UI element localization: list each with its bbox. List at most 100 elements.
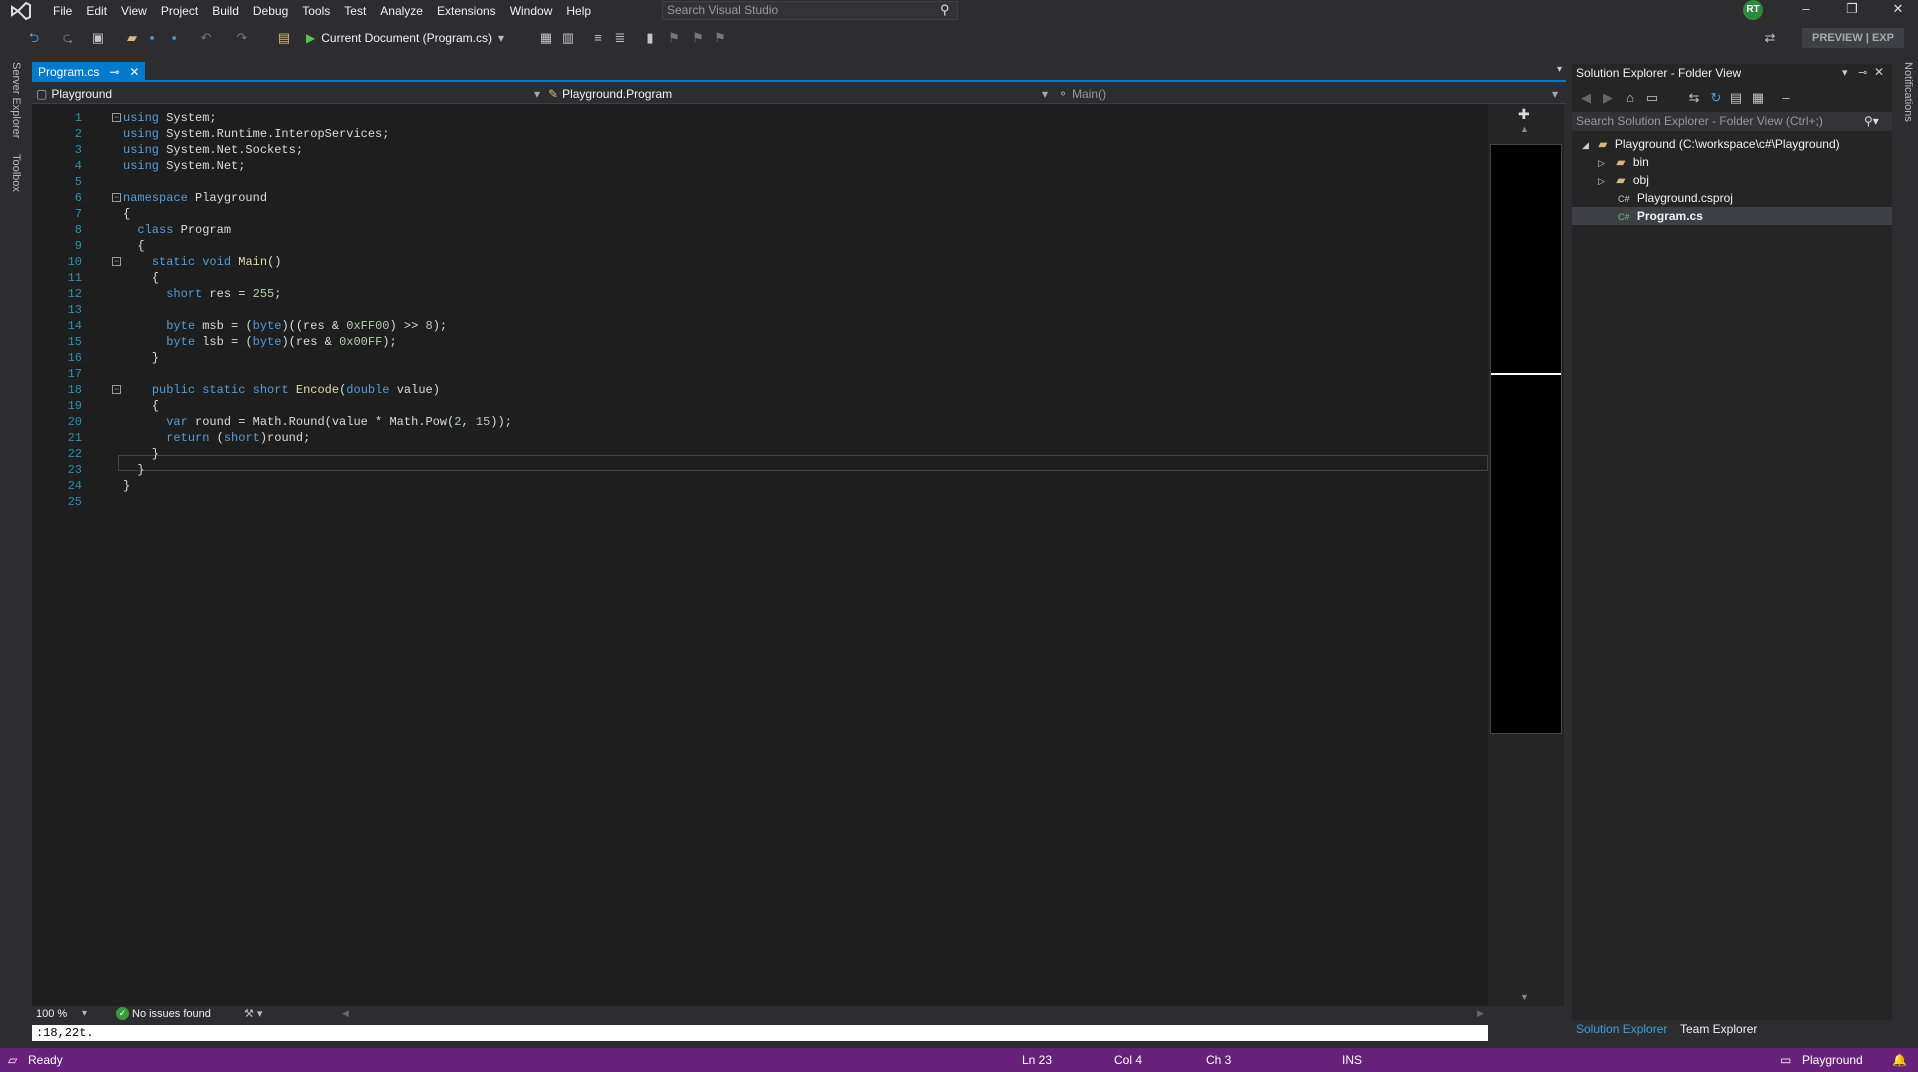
map-mode-scrollbar[interactable]: ✚ ▲ ▼ [1488, 104, 1564, 1006]
menu-view[interactable]: View [114, 1, 154, 21]
scroll-right-icon[interactable]: ▶ [1477, 1008, 1484, 1019]
run-button[interactable]: ▶ Current Document (Program.cs) ▾ [306, 29, 504, 47]
code-line[interactable]: { [123, 238, 144, 254]
find-in-files-icon[interactable]: ▤ [276, 30, 292, 46]
class-dropdown[interactable]: ✎ Playground.Program ▾ [548, 86, 1052, 102]
code-line[interactable]: } [123, 350, 159, 366]
issues-status[interactable]: No issues found [132, 1008, 211, 1020]
insert-mode-indicator[interactable]: INS [1342, 1053, 1362, 1067]
undo-icon[interactable]: ↶ [198, 30, 214, 46]
restore-icon[interactable]: ❐ [1832, 0, 1872, 20]
menu-analyze[interactable]: Analyze [373, 1, 430, 21]
back-icon[interactable]: ⮌ [26, 30, 42, 46]
code-line[interactable]: } [123, 446, 159, 462]
solution-explorer-toolbar-icon[interactable]: ▦ [538, 30, 554, 46]
save-all-icon[interactable]: ▪ [166, 30, 182, 46]
open-icon[interactable]: ▰ [124, 30, 140, 46]
vim-command-input[interactable]: :18,22t. [32, 1025, 1488, 1041]
preview-badge[interactable]: PREVIEW | EXP [1802, 28, 1904, 48]
collapse-all-icon[interactable]: ▤ [1728, 90, 1744, 106]
code-cleanup-icon[interactable]: ⚒ ▾ [244, 1007, 262, 1020]
clear-bookmarks-icon[interactable]: ⚑ [712, 30, 728, 46]
next-bookmark-icon[interactable]: ⚑ [690, 30, 706, 46]
menu-window[interactable]: Window [503, 1, 560, 21]
tree-root-playground[interactable]: ◢ ▰ Playground (C:\workspace\c#\Playgrou… [1582, 135, 1840, 153]
menu-debug[interactable]: Debug [246, 1, 295, 21]
code-line[interactable]: using System; [123, 110, 217, 126]
code-line[interactable]: } [123, 462, 144, 478]
forward-icon[interactable]: ⮎ [60, 30, 76, 46]
pin-icon[interactable]: ⊸ [109, 62, 119, 82]
code-line[interactable]: { [123, 398, 159, 414]
code-line[interactable]: short res = 255; [123, 286, 281, 302]
search-input[interactable]: Search Visual Studio [662, 1, 958, 20]
fold-toggle-icon[interactable]: − [112, 193, 121, 202]
menu-file[interactable]: File [46, 1, 79, 21]
close-tab-icon[interactable]: ✕ [129, 62, 139, 82]
tree-item-csproj[interactable]: C# Playground.csproj [1618, 189, 1733, 207]
scroll-down-icon[interactable]: ▼ [1520, 992, 1529, 1002]
zoom-level[interactable]: 100 % [36, 1008, 67, 1020]
chevron-down-icon[interactable]: ▾ [82, 1008, 87, 1019]
menu-build[interactable]: Build [205, 1, 246, 21]
close-icon[interactable]: ✕ [1878, 0, 1918, 20]
member-dropdown[interactable]: ⚬ Main() ▾ [1058, 86, 1562, 102]
code-line[interactable]: public static short Encode(double value) [123, 382, 440, 398]
expanded-arrow-icon[interactable]: ◢ [1582, 140, 1589, 150]
avatar[interactable]: RT [1743, 0, 1763, 20]
save-icon[interactable]: ▪ [144, 30, 160, 46]
collapsed-arrow-icon[interactable]: ▷ [1598, 158, 1605, 168]
pin-icon[interactable]: ⊸ [1858, 66, 1867, 79]
properties-icon[interactable]: ▥ [560, 30, 576, 46]
project-dropdown[interactable]: ▢ Playground ▾ [36, 86, 544, 102]
code-line[interactable]: var round = Math.Round(value * Math.Pow(… [123, 414, 512, 430]
code-line[interactable]: byte msb = (byte)((res & 0xFF00) >> 8); [123, 318, 447, 334]
toolbox-tab[interactable]: Toolbox [10, 154, 22, 192]
tree-item-obj[interactable]: ▷ ▰ obj [1598, 171, 1649, 189]
code-line[interactable]: { [123, 206, 130, 222]
tab-program-cs[interactable]: Program.cs ⊸ ✕ [32, 62, 146, 82]
sync-icon[interactable]: ⇆ [1686, 90, 1702, 106]
code-line[interactable]: static void Main() [123, 254, 282, 270]
code-line[interactable]: } [123, 478, 130, 494]
tree-item-bin[interactable]: ▷ ▰ bin [1598, 153, 1649, 171]
indent-icon[interactable]: ≡ [590, 30, 606, 46]
menu-edit[interactable]: Edit [79, 1, 114, 21]
tab-solution-explorer[interactable]: Solution Explorer [1576, 1022, 1667, 1036]
home-icon[interactable]: ⌂ [1622, 90, 1638, 106]
minimize-icon[interactable]: – [1786, 0, 1826, 20]
search-icon[interactable]: ⚲▾ [1864, 114, 1879, 128]
back-icon[interactable]: ◀ [1578, 90, 1594, 106]
switch-views-icon[interactable]: ▭ [1644, 90, 1660, 106]
code-map-preview[interactable] [1490, 144, 1562, 734]
collapsed-arrow-icon[interactable]: ▷ [1598, 176, 1605, 186]
close-icon[interactable]: ✕ [1874, 65, 1884, 79]
tree-item-program-cs[interactable]: C# Program.cs [1572, 207, 1892, 225]
code-line[interactable]: byte lsb = (byte)(res & 0x00FF); [123, 334, 396, 350]
scroll-up-icon[interactable]: ▲ [1520, 124, 1529, 134]
tab-overflow-chevron-icon[interactable]: ▾ [1557, 64, 1562, 75]
fold-toggle-icon[interactable]: − [112, 113, 121, 122]
menu-tools[interactable]: Tools [295, 1, 337, 21]
code-line[interactable]: return (short)round; [123, 430, 310, 446]
menu-extensions[interactable]: Extensions [430, 1, 503, 21]
refresh-icon[interactable]: ↻ [1708, 90, 1724, 106]
solution-search-input[interactable]: Search Solution Explorer - Folder View (… [1572, 112, 1892, 131]
code-line[interactable]: namespace Playground [123, 190, 267, 206]
menu-project[interactable]: Project [154, 1, 205, 21]
notifications-tab[interactable]: Notifications [1902, 62, 1914, 122]
code-line[interactable]: using System.Runtime.InteropServices; [123, 126, 389, 142]
code-editor[interactable]: 1 2 3 4 5 6 7 8 9 10 11 12 13 14 15 16 17 18 19 20 21 22 23 24 2… [32, 104, 1488, 1006]
menu-test[interactable]: Test [337, 1, 373, 21]
tab-team-explorer[interactable]: Team Explorer [1680, 1022, 1757, 1036]
new-project-icon[interactable]: ▣ [90, 30, 106, 46]
code-line[interactable]: using System.Net; [123, 158, 245, 174]
bookmark-icon[interactable]: ▮ [642, 30, 658, 46]
fold-toggle-icon[interactable]: − [112, 257, 121, 266]
fold-toggle-icon[interactable]: − [112, 385, 121, 394]
split-window-icon[interactable]: ✚ [1518, 106, 1530, 123]
live-share-icon[interactable]: ⇄ [1762, 30, 1778, 46]
code-line[interactable]: class Program [123, 222, 231, 238]
visual-studio-logo-icon[interactable] [10, 1, 32, 21]
search-icon[interactable]: ⚲ [940, 2, 1914, 18]
